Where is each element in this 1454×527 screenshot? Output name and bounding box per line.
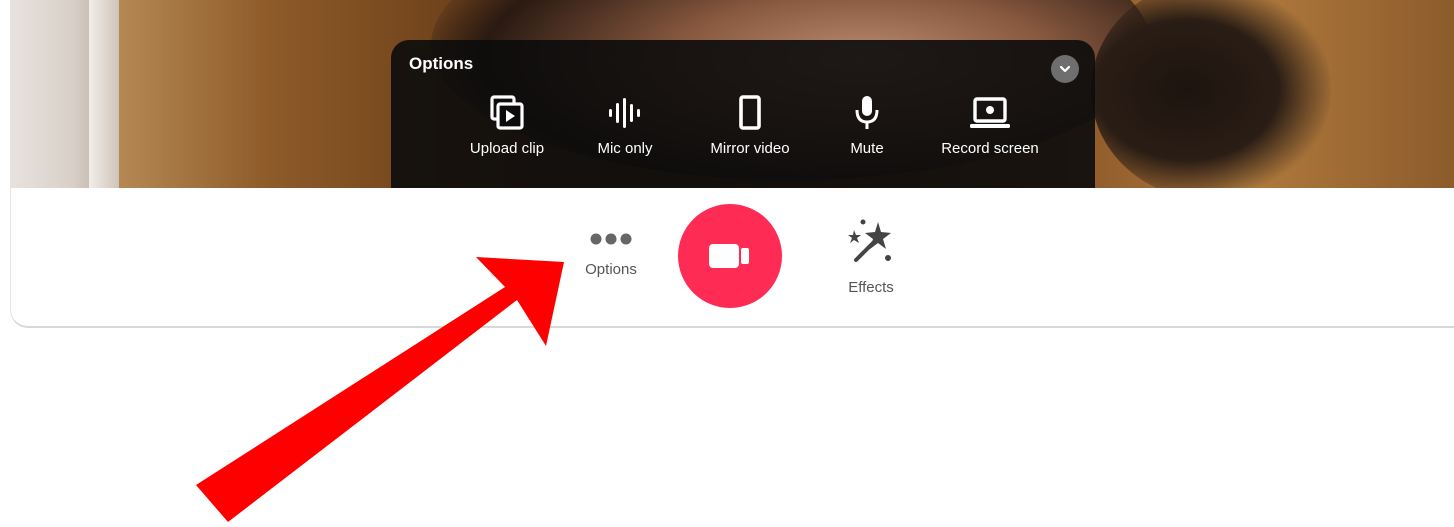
red-annotation-arrow-icon [196, 257, 564, 522]
